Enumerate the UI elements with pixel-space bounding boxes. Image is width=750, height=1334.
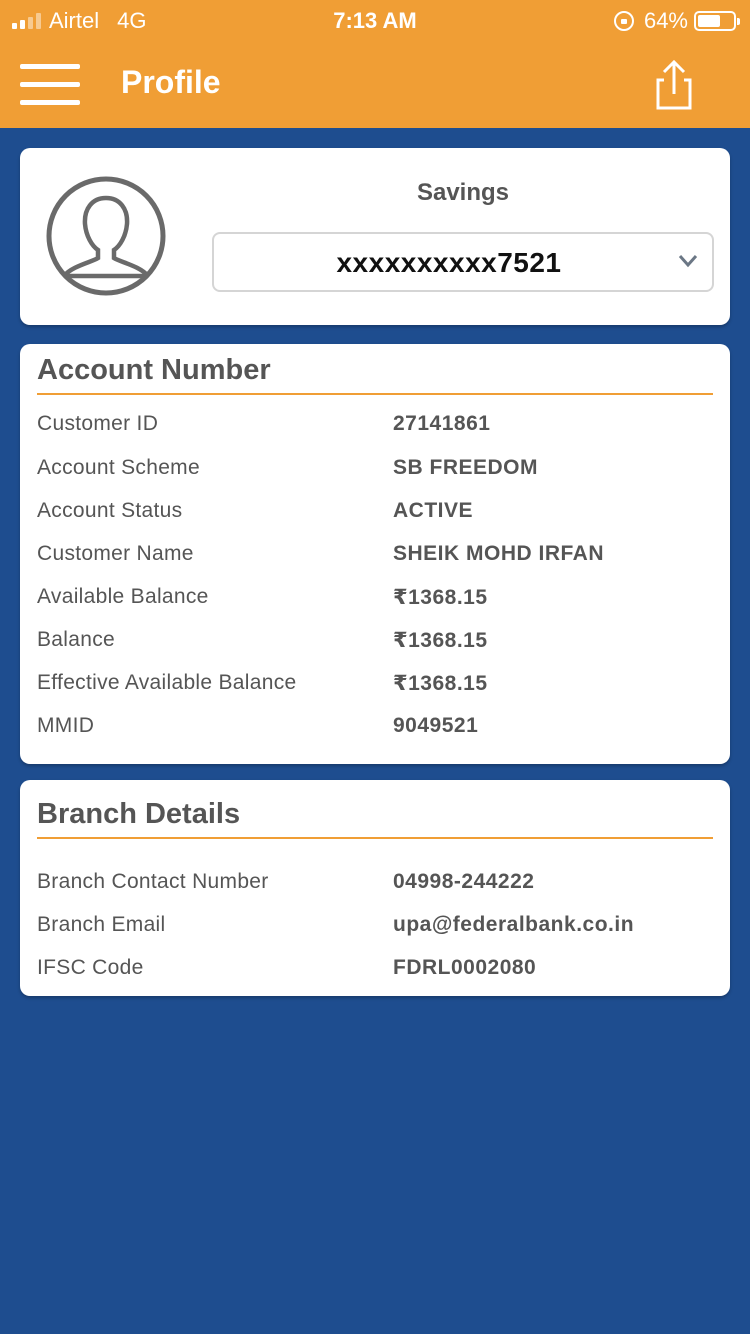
detail-value: SHEIK MOHD IRFAN: [393, 542, 605, 565]
detail-row-account-status: Account Status ACTIVE: [37, 499, 713, 529]
account-number-dropdown[interactable]: xxxxxxxxxx7521: [212, 232, 714, 292]
detail-row-ifsc-code: IFSC Code FDRL0002080: [37, 956, 713, 986]
detail-label: Branch Email: [37, 913, 166, 936]
detail-value: ₹1368.15: [393, 586, 488, 609]
detail-label: Balance: [37, 628, 115, 651]
account-section-title: Account Number: [37, 354, 271, 386]
detail-label: IFSC Code: [37, 956, 144, 979]
selected-account-number: xxxxxxxxxx7521: [336, 247, 562, 278]
detail-label: Account Scheme: [37, 456, 200, 479]
detail-row-customer-name: Customer Name SHEIK MOHD IRFAN: [37, 542, 713, 572]
detail-label: Effective Available Balance: [37, 671, 297, 694]
detail-label: Customer ID: [37, 412, 159, 435]
detail-value: upa@federalbank.co.in: [393, 913, 635, 936]
detail-value: ₹1368.15: [393, 629, 488, 652]
battery-icon: [694, 11, 740, 31]
app-header: Profile: [0, 40, 750, 128]
detail-value: ACTIVE: [393, 499, 474, 522]
detail-label: Branch Contact Number: [37, 870, 269, 893]
detail-label: Available Balance: [37, 585, 209, 608]
detail-value: 9049521: [393, 714, 479, 737]
status-right: 64%: [613, 8, 740, 34]
page-title: Profile: [121, 64, 221, 100]
branch-details-card: Branch Details Branch Contact Number 049…: [20, 780, 730, 996]
section-divider: [37, 837, 713, 839]
detail-row-balance: Balance ₹1368.15: [37, 628, 713, 658]
detail-value: SB FREEDOM: [393, 456, 539, 479]
detail-value: 27141861: [393, 412, 491, 435]
rotation-lock-icon: [613, 11, 634, 31]
profile-card: Savings xxxxxxxxxx7521: [20, 148, 730, 325]
hamburger-icon[interactable]: [20, 64, 80, 108]
account-details-card: Account Number Customer ID 27141861 Acco…: [20, 344, 730, 764]
share-icon[interactable]: [650, 59, 698, 110]
section-divider: [37, 393, 713, 395]
detail-row-mmid: MMID 9049521: [37, 714, 713, 744]
branch-section-title: Branch Details: [37, 798, 241, 830]
detail-label: Customer Name: [37, 542, 194, 565]
detail-value: ₹1368.15: [393, 672, 488, 695]
account-type-label: Savings: [416, 179, 510, 206]
detail-label: MMID: [37, 714, 95, 737]
detail-value: FDRL0002080: [393, 956, 537, 979]
detail-row-branch-contact: Branch Contact Number 04998-244222: [37, 870, 713, 900]
battery-percent: 64%: [643, 8, 688, 33]
detail-row-customer-id: Customer ID 27141861: [37, 412, 713, 442]
detail-label: Account Status: [37, 499, 183, 522]
chevron-down-icon: [678, 255, 698, 268]
user-avatar-icon: [46, 176, 166, 296]
detail-row-account-scheme: Account Scheme SB FREEDOM: [37, 456, 713, 486]
detail-row-available-balance: Available Balance ₹1368.15: [37, 585, 713, 615]
status-bar: Airtel 4G 7:13 AM 64%: [0, 0, 750, 40]
detail-row-branch-email: Branch Email upa@federalbank.co.in: [37, 913, 713, 943]
detail-value: 04998-244222: [393, 870, 535, 893]
detail-row-effective-balance: Effective Available Balance ₹1368.15: [37, 671, 713, 701]
